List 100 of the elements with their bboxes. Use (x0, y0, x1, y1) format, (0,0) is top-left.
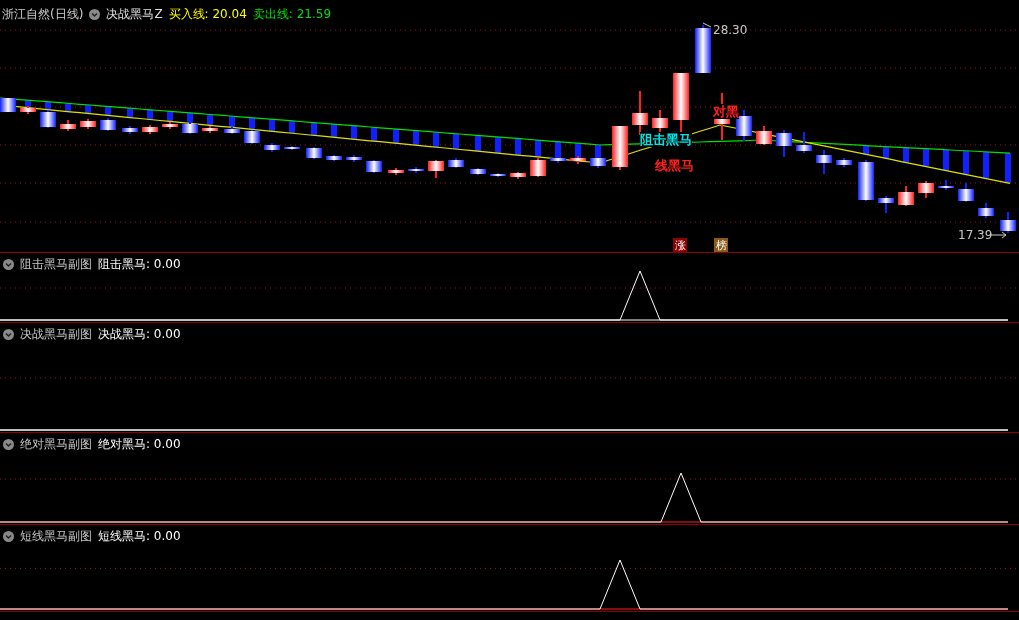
panel-title: 决战黑马副图 (20, 326, 92, 343)
candlestick (162, 122, 178, 129)
candlestick (80, 119, 96, 129)
candlestick (590, 145, 606, 168)
candlestick (284, 146, 300, 150)
band-bar (495, 137, 501, 154)
candlestick (695, 25, 711, 73)
collapse-icon[interactable] (3, 438, 14, 450)
candlestick (836, 158, 852, 167)
band-bar (187, 112, 193, 124)
candlestick (570, 156, 586, 164)
candlestick (60, 120, 76, 131)
band-bar (393, 129, 399, 144)
leader-line (702, 22, 712, 28)
candlestick (938, 180, 954, 190)
candlestick (428, 160, 444, 178)
band-bar (249, 117, 255, 130)
collapse-icon[interactable] (3, 328, 14, 340)
band-bar (105, 106, 111, 116)
band-bar (863, 145, 869, 155)
band-bar (207, 114, 213, 126)
candlestick (550, 156, 566, 163)
band-bar (331, 124, 337, 138)
band-bar (45, 101, 51, 110)
candlestick (958, 183, 974, 202)
band-bar (475, 135, 481, 152)
price-label: 17.39 (958, 228, 993, 242)
band-bar (147, 109, 153, 120)
band-bar (515, 138, 521, 156)
band-bar (923, 148, 929, 167)
panel-title: 短线黑马副图 (20, 528, 92, 545)
candlestick (898, 186, 914, 206)
candlestick (776, 130, 792, 157)
buy-line-value: 买入线: 20.04 (168, 6, 247, 23)
band-bar (903, 147, 909, 163)
candlestick (756, 126, 772, 145)
band-bar (311, 122, 317, 136)
candlestick (612, 126, 628, 170)
band-bar (883, 146, 889, 159)
candlestick (978, 203, 994, 218)
candlestick (0, 98, 16, 112)
band-bar (943, 149, 949, 171)
candlestick (326, 155, 342, 161)
band-bar (351, 125, 357, 140)
band-bar (127, 108, 133, 118)
candlestick (40, 110, 56, 128)
band-bar (535, 140, 541, 157)
signal-label: 对黑 (713, 104, 739, 119)
candlestick (366, 160, 382, 173)
indicator-name: 决战黑马Z (106, 6, 163, 23)
candlestick (244, 130, 260, 144)
series-value: 阻击黑马: 0.00 (98, 256, 181, 273)
band-bar (85, 104, 91, 114)
band-bar (167, 111, 173, 122)
candlestick (122, 126, 138, 134)
sell-line-value: 卖出线: 21.59 (252, 6, 332, 23)
candlestick (858, 160, 874, 201)
candlestick (448, 158, 464, 168)
band-bar (25, 100, 31, 108)
collapse-icon[interactable] (3, 258, 14, 270)
price-label: 28.30 (713, 23, 748, 37)
band-bar (371, 127, 377, 142)
candlestick (918, 181, 934, 198)
panel-title: 绝对黑马副图 (20, 436, 92, 453)
candlestick (20, 106, 36, 114)
band-bar (229, 116, 235, 128)
collapse-icon[interactable] (89, 8, 101, 20)
candlestick (1000, 212, 1016, 233)
candlestick (796, 132, 812, 153)
band-bar (413, 130, 419, 146)
series-value: 绝对黑马: 0.00 (98, 436, 181, 453)
tag-badge: 涨 (673, 238, 687, 252)
candlestick (182, 122, 198, 134)
candlestick (878, 196, 894, 213)
candlestick (224, 127, 240, 134)
signal-label: 阻击黑马 (640, 132, 692, 147)
stock-title: 浙江自然(日线) (2, 6, 84, 23)
band-bar (65, 103, 71, 112)
band-bar (983, 151, 989, 179)
tag-badge: 榜 (714, 238, 728, 252)
band-bar (1005, 153, 1011, 183)
band-bar (963, 150, 969, 175)
band-bar (555, 141, 561, 159)
candlestick (673, 73, 689, 133)
candlestick (490, 173, 506, 177)
candlestick (510, 172, 526, 179)
candlestick (530, 158, 546, 177)
collapse-icon[interactable] (3, 530, 14, 542)
band-bar (289, 120, 295, 134)
series-value: 短线黑马: 0.00 (98, 528, 181, 545)
band-bar (453, 133, 459, 150)
signal-label: 线黑马 (655, 158, 694, 173)
panel-title: 阻击黑马副图 (20, 256, 92, 273)
candlestick (632, 91, 648, 135)
candlestick (100, 118, 116, 131)
series-value: 决战黑马: 0.00 (98, 326, 181, 343)
candlestick (264, 143, 280, 152)
band-bar (269, 119, 275, 132)
candlestick (142, 125, 158, 134)
candlestick (306, 147, 322, 159)
